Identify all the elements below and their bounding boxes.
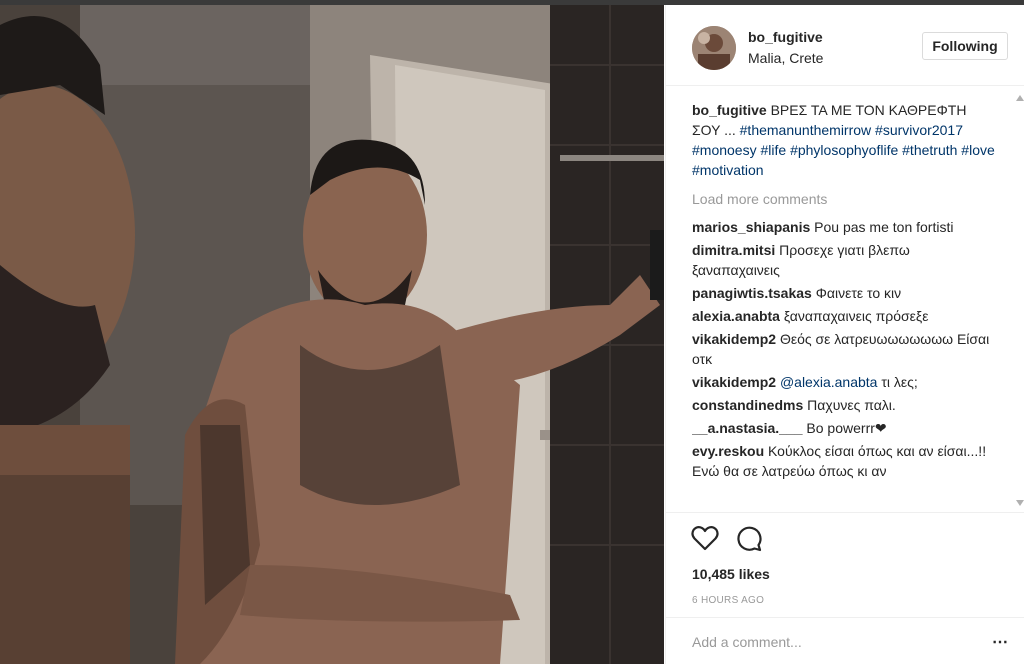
- comment: alexia.anabta ξαναπαχαινεις πρόσεξε: [692, 306, 997, 326]
- comment-bubble-icon-shape: [737, 526, 762, 552]
- post-timestamp[interactable]: 6 HOURS AGO: [692, 595, 764, 606]
- comment-bubble-icon[interactable]: [734, 523, 764, 553]
- hashtag[interactable]: #motivation: [692, 162, 764, 178]
- following-button[interactable]: Following: [922, 32, 1008, 60]
- comment: vikakidemp2 @alexia.anabta τι λες;: [692, 372, 997, 392]
- post-photo[interactable]: [0, 5, 664, 664]
- heart-icon-shape: [691, 526, 719, 551]
- comment: vikakidemp2 Θεός σε λατρευωωωωωωω Είσαι …: [692, 329, 997, 369]
- comment-text: Bo powerrr❤: [806, 420, 887, 436]
- comment-username[interactable]: constandinedms: [692, 397, 803, 413]
- comment-username[interactable]: panagiwtis.tsakas: [692, 285, 812, 301]
- add-comment-input[interactable]: [690, 630, 974, 654]
- hashtag[interactable]: #themanunthemirrow: [740, 122, 872, 138]
- photo-illustration: [0, 5, 664, 664]
- scroll-up-arrow-icon[interactable]: [1016, 95, 1024, 101]
- comments-scrollbar[interactable]: [1016, 85, 1024, 512]
- comment: evy.reskou Κούκλος είσαι όπως και αν είσ…: [692, 441, 997, 481]
- comment: panagiwtis.tsakas Φαινετε το κιν: [692, 283, 997, 303]
- hashtag[interactable]: #phylosophyoflife: [790, 142, 898, 158]
- comment: constandinedms Παχυνες παλι.: [692, 395, 997, 415]
- comment-text: Φαινετε το κιν: [815, 285, 902, 301]
- hashtag[interactable]: #thetruth: [902, 142, 957, 158]
- comment-username[interactable]: vikakidemp2: [692, 331, 776, 347]
- hashtag[interactable]: #life: [760, 142, 786, 158]
- load-more-comments-link[interactable]: Load more comments: [692, 189, 997, 209]
- comment-username[interactable]: __a.nastasia.___: [692, 420, 803, 436]
- comment-text: ξαναπαχαινεις πρόσεξε: [783, 308, 929, 324]
- comment-username[interactable]: vikakidemp2: [692, 374, 776, 390]
- post-actions: 10,485 likes 6 HOURS AGO: [666, 512, 1024, 633]
- avatar-image: [692, 26, 736, 70]
- comment-username[interactable]: dimitra.mitsi: [692, 242, 775, 258]
- comment-username[interactable]: marios_shiapanis: [692, 219, 810, 235]
- avatar[interactable]: [692, 26, 736, 70]
- comment-text: Pou pas me ton fortisti: [814, 219, 954, 235]
- hashtag[interactable]: #survivor2017: [875, 122, 963, 138]
- comments-list: bo_fugitive ΒΡΕΣ ΤΑ ΜΕ ΤΟΝ ΚΑΘΡΕΦΤΗ ΣΟΥ …: [692, 100, 997, 512]
- likes-count[interactable]: 10,485 likes: [692, 566, 770, 582]
- scroll-down-arrow-icon[interactable]: [1016, 500, 1024, 506]
- header-location[interactable]: Malia, Crete: [748, 50, 823, 66]
- caption: bo_fugitive ΒΡΕΣ ΤΑ ΜΕ ΤΟΝ ΚΑΘΡΕΦΤΗ ΣΟΥ …: [692, 100, 997, 180]
- caption-username[interactable]: bo_fugitive: [692, 102, 767, 118]
- comment-mention[interactable]: @alexia.anabta: [780, 374, 878, 390]
- more-options-icon[interactable]: ⋯: [992, 632, 1009, 652]
- comment-text: Παχυνες παλι.: [807, 397, 896, 413]
- post-side-panel: bo_fugitive Malia, Crete Following bo_fu…: [665, 5, 1024, 664]
- comment-username[interactable]: evy.reskou: [692, 443, 764, 459]
- comment: dimitra.mitsi Προσεχε γιατι βλεπω ξαναπα…: [692, 240, 997, 280]
- header-username[interactable]: bo_fugitive: [748, 29, 823, 45]
- post-header: bo_fugitive Malia, Crete Following: [666, 5, 1024, 86]
- comment-username[interactable]: alexia.anabta: [692, 308, 780, 324]
- hashtag[interactable]: #monoesy: [692, 142, 757, 158]
- comment: marios_shiapanis Pou pas me ton fortisti: [692, 217, 997, 237]
- hashtag[interactable]: #love: [961, 142, 994, 158]
- comment: __a.nastasia.___ Bo powerrr❤: [692, 418, 997, 438]
- add-comment-bar: ⋯: [666, 617, 1024, 665]
- heart-icon[interactable]: [690, 523, 720, 553]
- comment-text: τι λες;: [881, 374, 918, 390]
